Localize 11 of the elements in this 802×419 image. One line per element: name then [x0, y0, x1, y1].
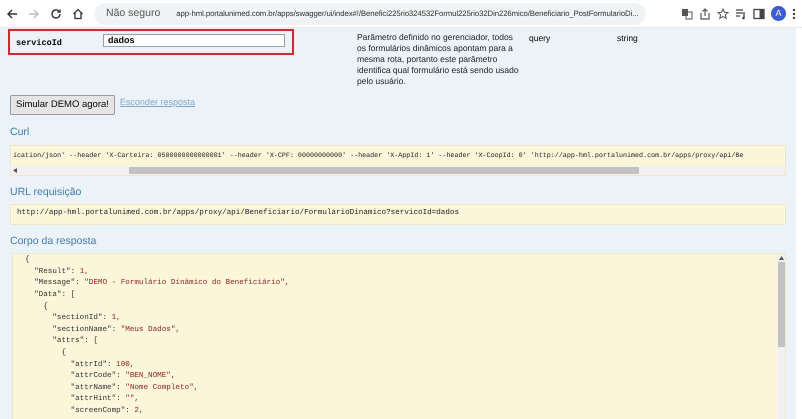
parameter-input[interactable]: dados [103, 34, 285, 47]
parameter-name: servicoId [16, 37, 63, 50]
section-heading: Corpo da resposta [10, 234, 98, 248]
parameter-description: Parâmetro definido no gerenciador, todos os formulários dinâmicos apontam para a mesma rota, portanto este parâmetro identifica qual formulário está sendo usado pelo usuário. [357, 32, 520, 87]
section-heading: URL requisição [10, 184, 82, 200]
parameter-type: query [529, 32, 552, 45]
parameter-data-type: string [617, 32, 638, 45]
submit-button[interactable]: Simular DEMO agora! [10, 95, 115, 115]
section-heading: Curl [10, 125, 30, 140]
profile-avatar[interactable]: A [771, 6, 786, 21]
security-label: Não seguro [106, 6, 160, 21]
